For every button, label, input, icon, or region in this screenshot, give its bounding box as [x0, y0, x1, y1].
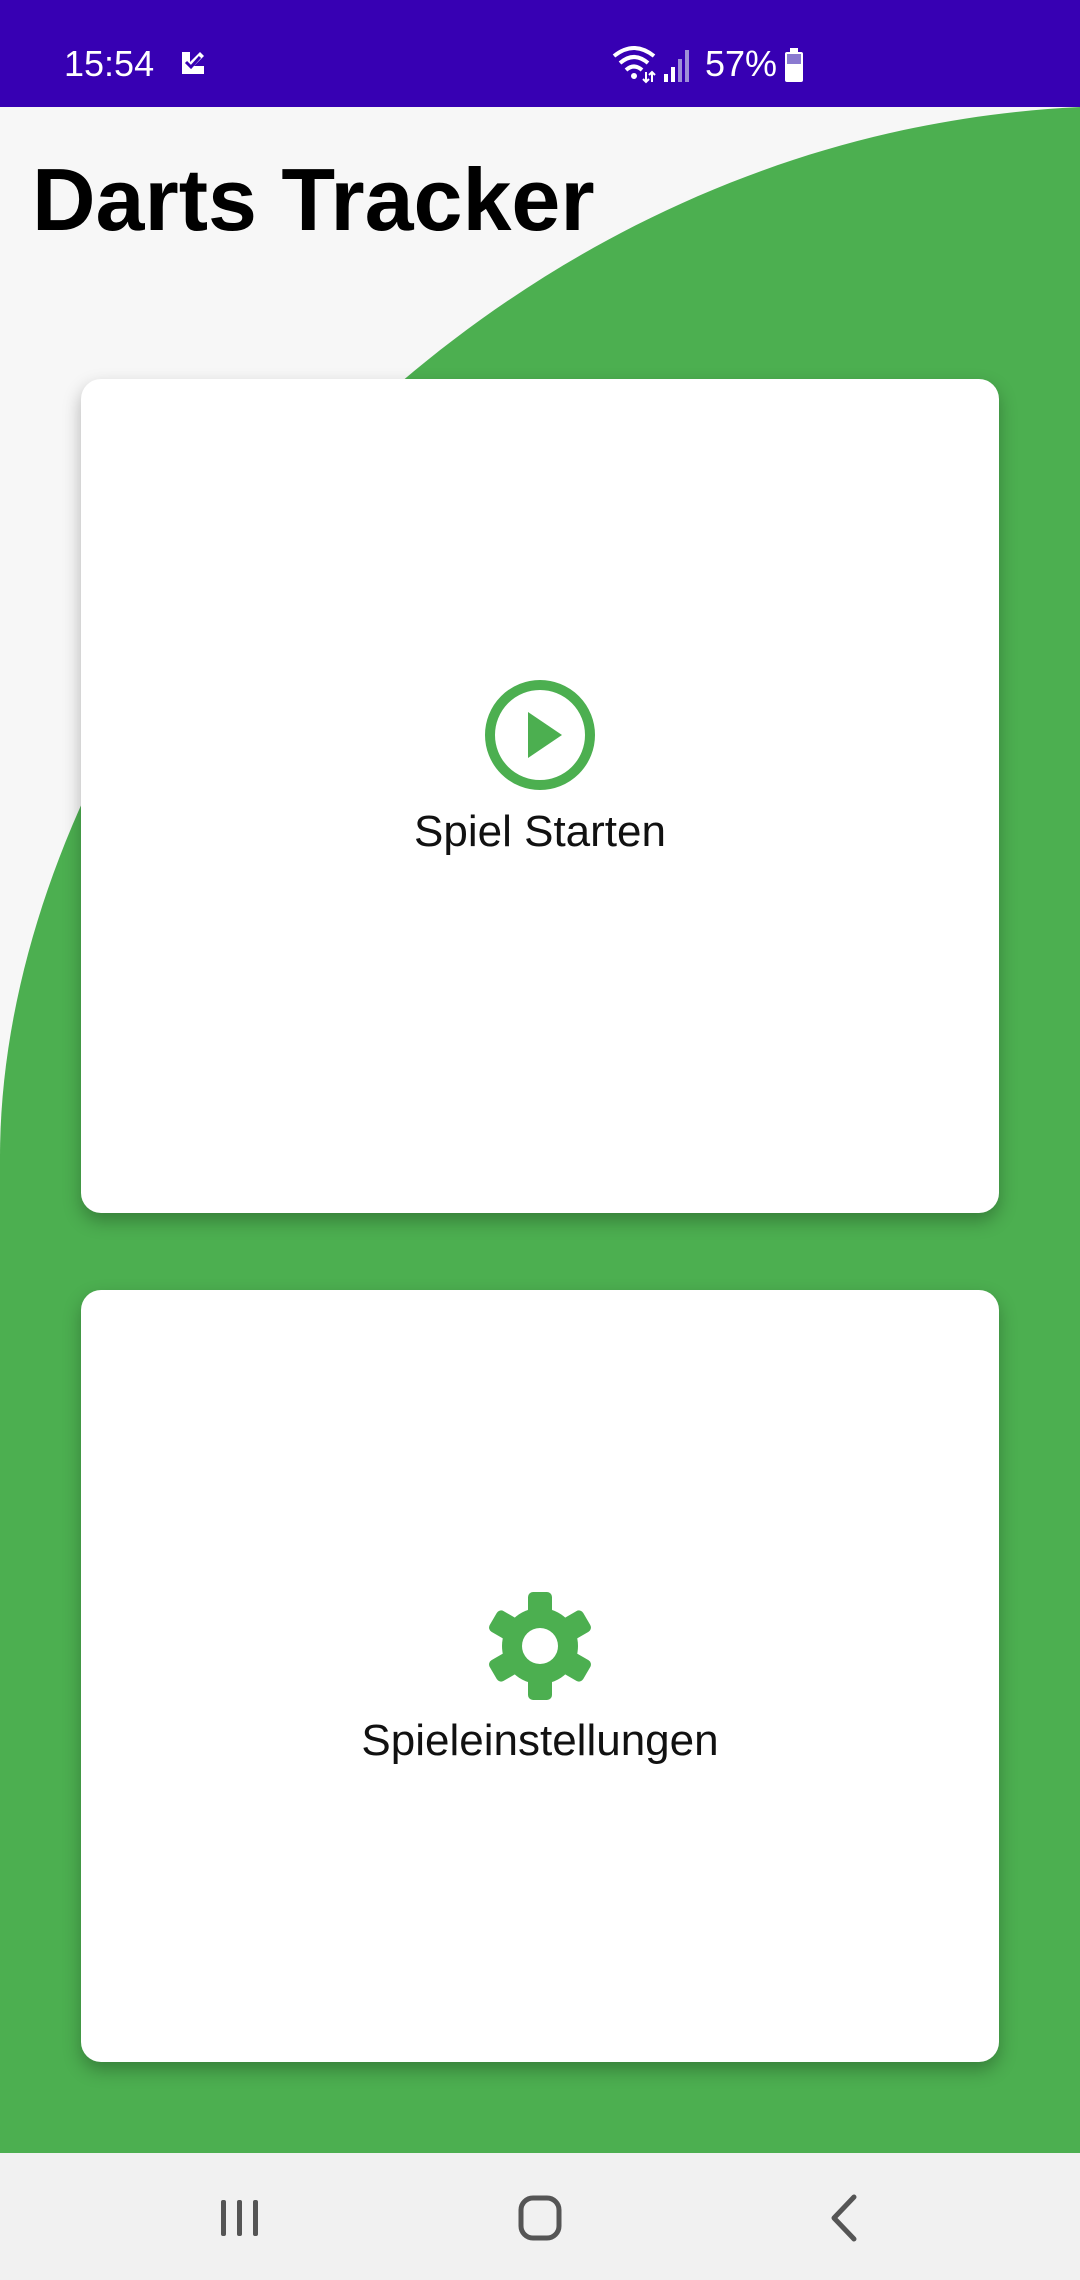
battery-icon	[785, 48, 803, 82]
signal-icon	[664, 50, 689, 82]
page-title: Darts Tracker	[32, 150, 595, 249]
start-game-label: Spiel Starten	[414, 807, 666, 856]
notification-app-icon	[182, 52, 204, 74]
navigation-bar	[0, 2153, 1080, 2280]
play-circle-icon	[485, 680, 595, 790]
home-icon[interactable]	[505, 2183, 575, 2253]
start-game-button[interactable]: Spiel Starten	[81, 379, 999, 1213]
back-icon[interactable]	[810, 2183, 880, 2253]
gear-icon	[489, 1592, 591, 1700]
game-settings-label: Spieleinstellungen	[361, 1716, 719, 1765]
status-bar: 15:54 57%	[0, 0, 1080, 107]
recents-icon[interactable]	[205, 2183, 275, 2253]
wifi-icon	[612, 46, 656, 84]
app-screen: 15:54 57% Darts Tracker Spiel Starten Sp…	[0, 0, 1080, 2280]
game-settings-button[interactable]: Spieleinstellungen	[81, 1290, 999, 2062]
status-time: 15:54	[64, 43, 155, 84]
battery-percentage: 57%	[705, 43, 778, 84]
